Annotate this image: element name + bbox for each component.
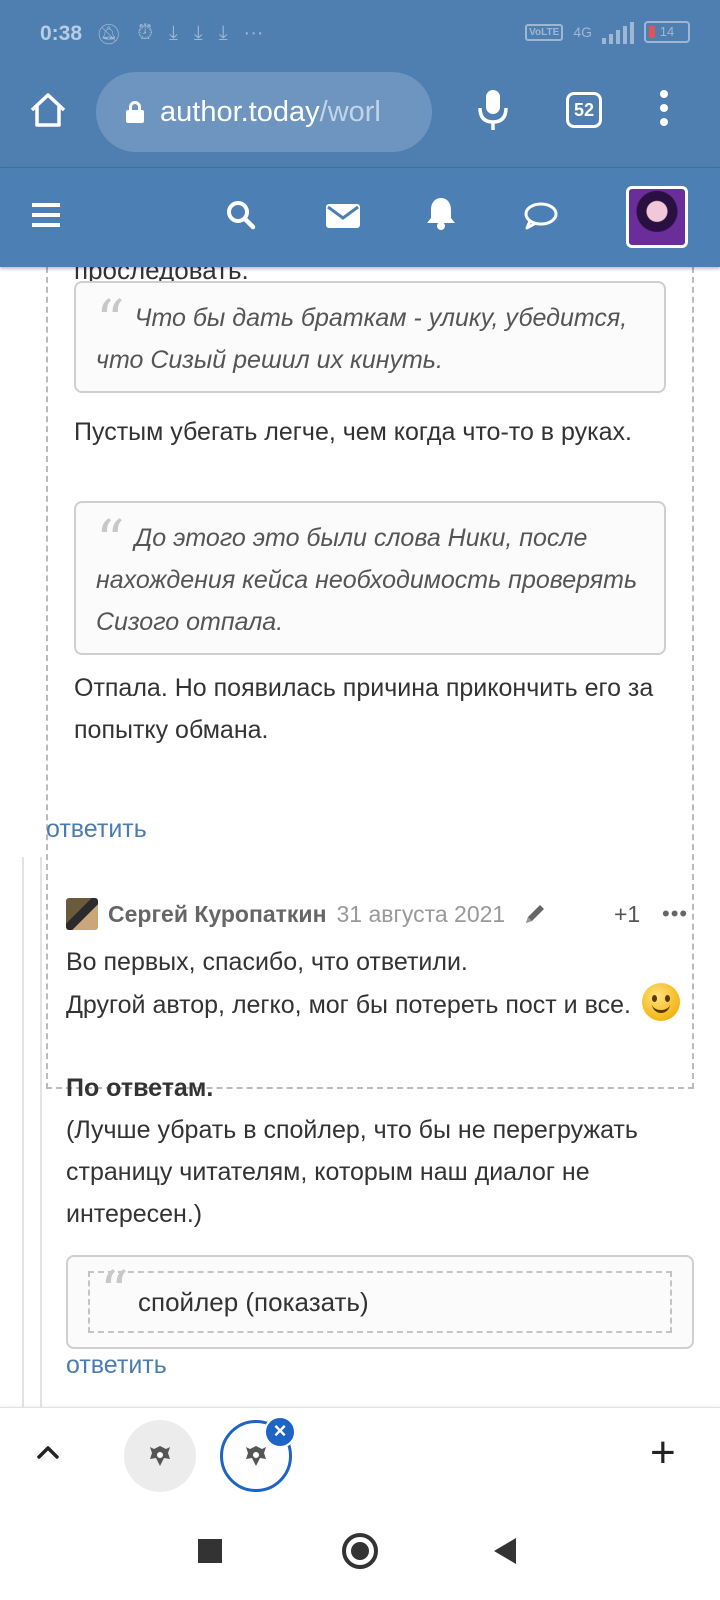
status-notifications: 🔕︎ ⏰︎ ⤓ ⤓ ⤓ ··· bbox=[96, 22, 264, 47]
home-icon[interactable] bbox=[28, 90, 68, 130]
more-options-icon[interactable]: ••• bbox=[662, 901, 688, 927]
status-bar: 0:38 🔕︎ ⏰︎ ⤓ ⤓ ⤓ ··· VoLTE 4G 14 bbox=[0, 0, 720, 70]
hamburger-menu-icon[interactable] bbox=[32, 202, 60, 228]
comment-date: 31 августа 2021 bbox=[336, 900, 506, 927]
status-time: 0:38 bbox=[40, 22, 83, 45]
mail-icon[interactable] bbox=[326, 204, 360, 228]
bell-icon[interactable] bbox=[426, 196, 456, 230]
comment-text: Другой автор, легко, мог бы потереть пос… bbox=[66, 991, 631, 1019]
chat-bubble-icon[interactable] bbox=[524, 202, 558, 230]
chevron-up-icon[interactable] bbox=[34, 1438, 62, 1466]
microphone-icon[interactable] bbox=[476, 88, 510, 132]
spoiler-block: “ спойлер (показать) bbox=[66, 1255, 694, 1349]
status-right: VoLTE 4G 14 bbox=[525, 20, 690, 44]
reply-link[interactable]: ответить bbox=[66, 1351, 167, 1380]
system-navigation-bar bbox=[0, 1504, 720, 1600]
quote-block: “Что бы дать браткам - улику, убедится, … bbox=[74, 281, 666, 393]
tab-thumbnail[interactable] bbox=[124, 1420, 196, 1492]
comments-section: проследовать. “Что бы дать браткам - ули… bbox=[0, 267, 720, 1407]
more-notifications-icon: ··· bbox=[243, 22, 264, 44]
reply-link[interactable]: ответить bbox=[46, 815, 147, 844]
spoiler-label[interactable]: спойлер (показать) bbox=[138, 1287, 369, 1318]
site-navbar bbox=[0, 167, 720, 267]
comment-author[interactable]: Сергей Куропаткин bbox=[108, 901, 326, 928]
thread-line bbox=[40, 857, 42, 1407]
signal-icon bbox=[602, 20, 634, 44]
quote-mark-icon: “ bbox=[100, 1260, 129, 1325]
battery-icon: 14 bbox=[644, 21, 690, 43]
quote-block: “До этого это были слова Ники, после нах… bbox=[74, 501, 666, 655]
paragraph: Пустым убегать легче, чем когда что-то в… bbox=[74, 418, 632, 446]
paragraph: Отпала. Но появилась причина прикончить … bbox=[74, 674, 654, 744]
browser-toolbar: author.today/worl 52 bbox=[0, 70, 720, 167]
browser-tab-bar: × + bbox=[0, 1407, 720, 1504]
quote-mark-icon: “ bbox=[96, 509, 125, 574]
tab-switcher-button[interactable]: 52 bbox=[566, 92, 602, 128]
smile-emoji-icon bbox=[641, 983, 680, 1021]
comment-bold-line: По ответам. bbox=[66, 1074, 214, 1102]
lock-icon bbox=[126, 101, 144, 123]
alarm-icon: ⏰︎ bbox=[137, 22, 153, 44]
comment-line: Во первых, спасибо, что ответили. bbox=[66, 948, 468, 976]
download-icon: ⤓ bbox=[169, 22, 178, 44]
mute-icon: 🔕︎ bbox=[96, 24, 122, 46]
comment-line: Другой автор, легко, мог бы потереть пос… bbox=[66, 983, 686, 1026]
quote-mark-icon: “ bbox=[96, 289, 125, 354]
quote-text: Что бы дать браткам - улику, убедится, ч… bbox=[96, 304, 628, 374]
quote-text: До этого это были слова Ники, после нахо… bbox=[96, 524, 638, 636]
network-type: 4G bbox=[573, 24, 592, 40]
comment-rating[interactable]: +1 bbox=[614, 901, 640, 928]
site-logo-icon bbox=[246, 1446, 266, 1466]
url-text[interactable]: author.today/worl bbox=[160, 96, 381, 129]
pencil-icon[interactable] bbox=[523, 902, 547, 926]
comment-line: (Лучше убрать в спойлер, что бы не перег… bbox=[66, 1116, 638, 1228]
thread-line bbox=[22, 857, 24, 1407]
site-logo-icon bbox=[150, 1446, 170, 1466]
back-icon[interactable] bbox=[494, 1538, 516, 1564]
address-bar[interactable]: author.today/worl bbox=[96, 72, 432, 152]
recents-icon[interactable] bbox=[198, 1539, 222, 1563]
comment-header: Сергей Куропаткин 31 августа 2021 +1 ••• bbox=[66, 895, 696, 933]
avatar[interactable] bbox=[66, 898, 98, 930]
search-icon[interactable] bbox=[226, 200, 256, 230]
overflow-menu-icon[interactable] bbox=[656, 90, 672, 130]
download-icon: ⤓ bbox=[218, 22, 228, 44]
close-tab-icon[interactable]: × bbox=[264, 1416, 296, 1448]
download-icon: ⤓ bbox=[193, 22, 203, 44]
battery-level: 14 bbox=[659, 24, 675, 39]
new-tab-icon[interactable]: + bbox=[650, 1428, 676, 1478]
home-button-icon[interactable] bbox=[342, 1533, 378, 1569]
user-avatar[interactable] bbox=[626, 186, 688, 248]
volte-icon: VoLTE bbox=[525, 23, 564, 41]
spoiler-toggle[interactable]: “ спойлер (показать) bbox=[88, 1260, 672, 1333]
